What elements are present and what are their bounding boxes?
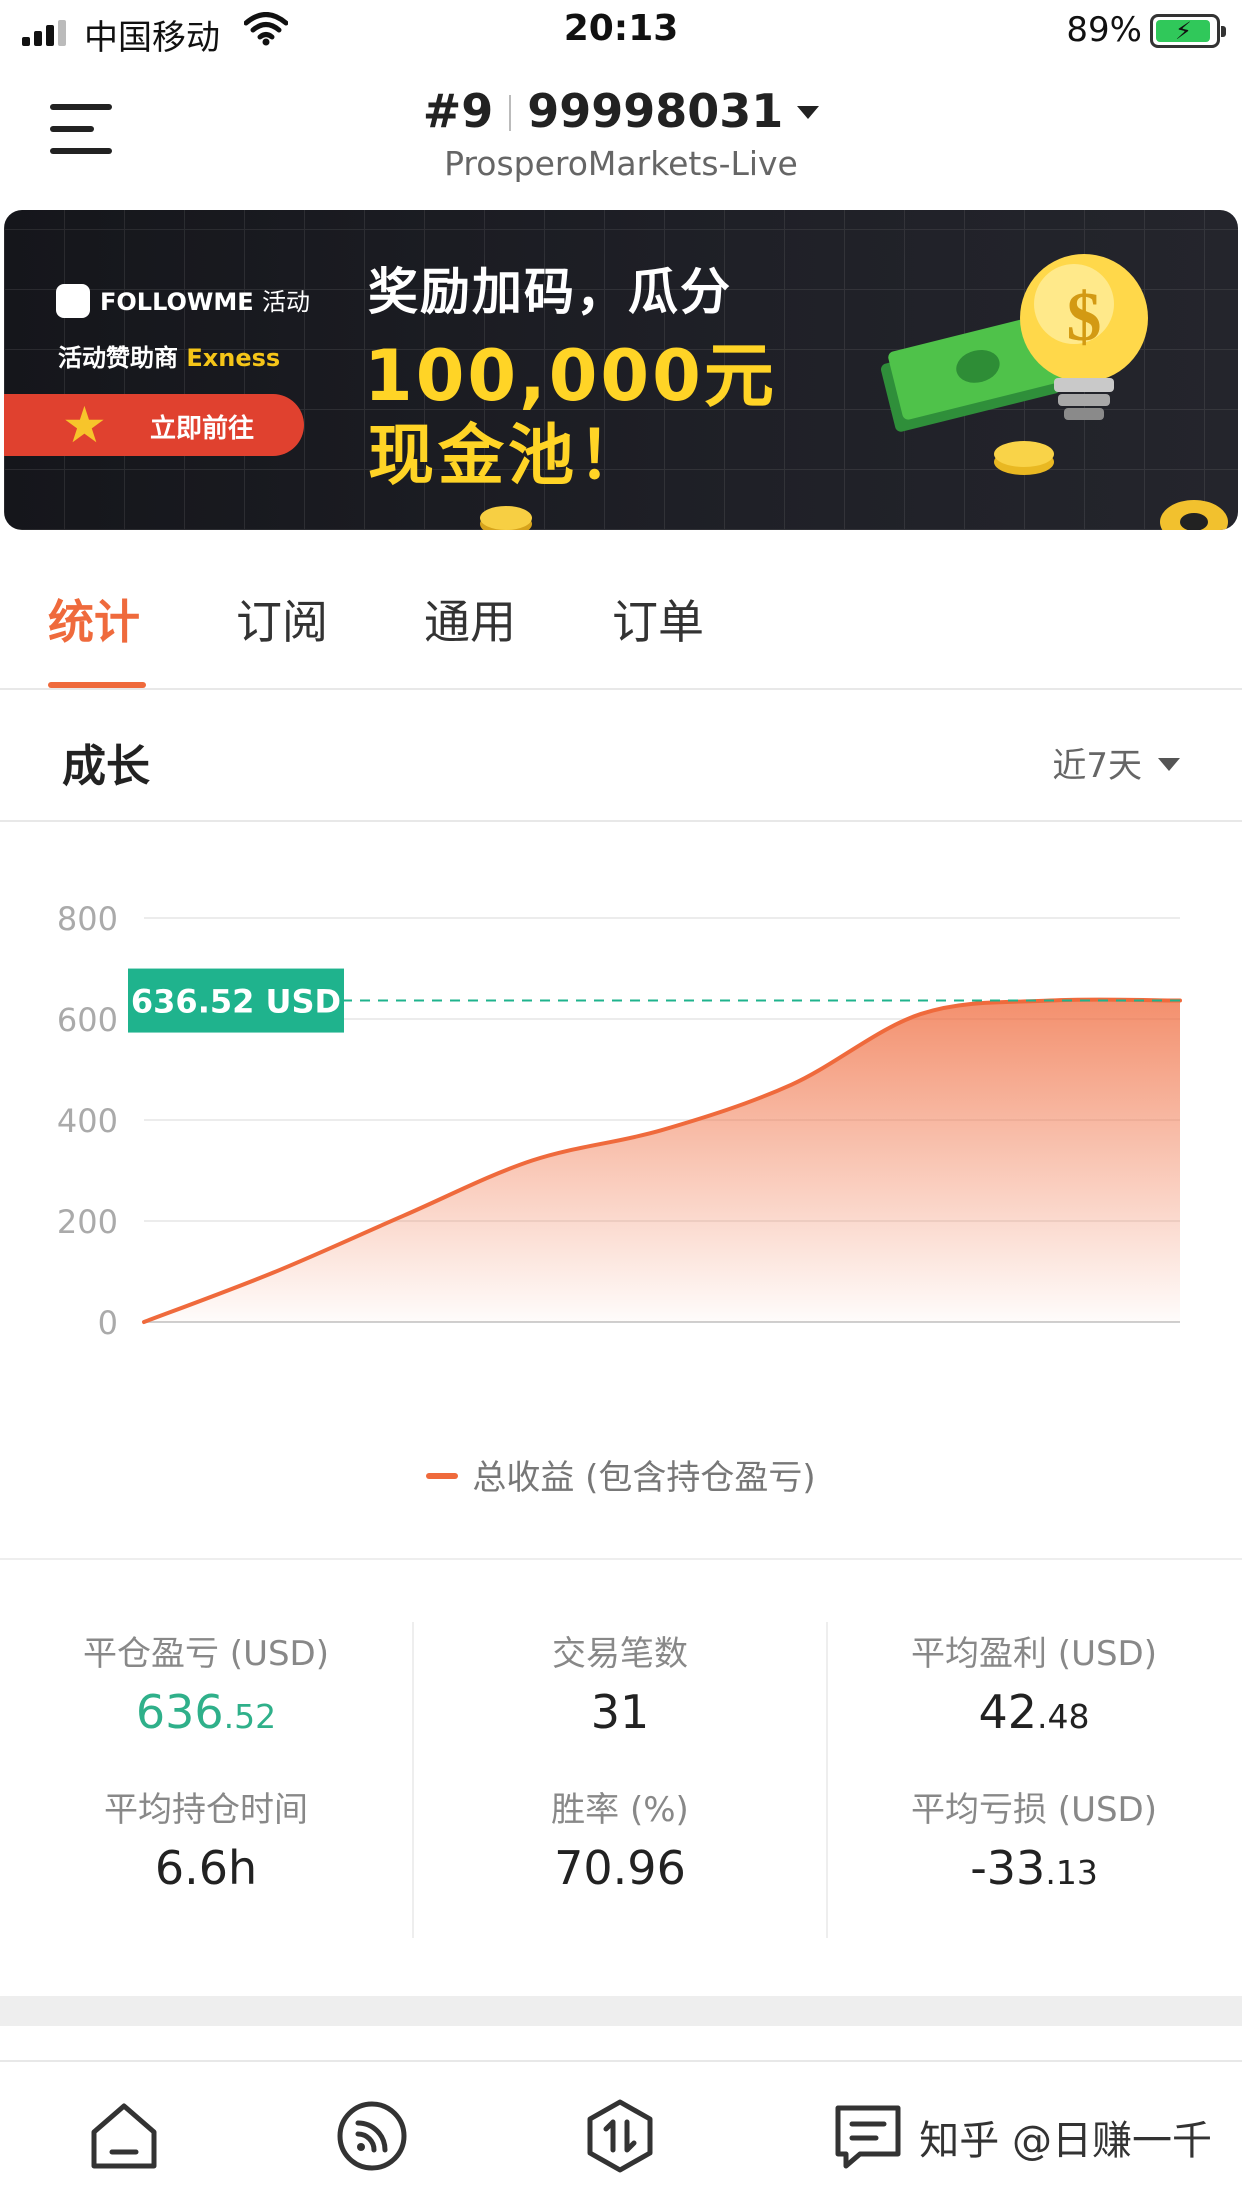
x-tick-label: 22 Aug <box>916 1344 1029 1346</box>
period-selector[interactable]: 近7天 <box>1052 738 1180 787</box>
bulb-money-illustration: $ <box>880 254 1228 530</box>
banner-pool: 现金池！ <box>368 417 648 494</box>
home-icon[interactable] <box>86 2098 162 2174</box>
chevron-down-icon <box>1158 758 1180 771</box>
account-switcher[interactable]: #9 99998031 ProsperoMarkets-Live <box>0 84 1242 183</box>
x-tick-label: 18 Aug <box>502 1344 615 1346</box>
battery-percent: 89% <box>1066 10 1142 50</box>
banner-headline: 奖励加码，瓜分 <box>368 263 732 321</box>
trade-icon[interactable] <box>582 2098 658 2174</box>
marker-label: 636.52 USD <box>131 983 341 1021</box>
y-tick-label: 200 <box>57 1203 118 1241</box>
area-fill <box>144 999 1180 1322</box>
x-tick-label: 21 Aug <box>709 1344 822 1346</box>
tab-general[interactable]: 通用 <box>424 586 516 652</box>
star-icon: ★ <box>62 396 107 454</box>
chart-legend: 总收益 (包含持仓盈亏) <box>0 1450 1242 1499</box>
y-tick-label: 800 <box>57 900 118 938</box>
sponsor-line: 活动赞助商 Exness <box>58 344 281 372</box>
stat-trades: 交易笔数 31 <box>552 1634 688 1739</box>
coin-icon <box>480 506 532 530</box>
stat-avg-hold: 平均持仓时间 6.6h <box>104 1790 308 1895</box>
account-server: ProsperoMarkets-Live <box>444 144 798 183</box>
section-divider <box>0 1996 1242 2026</box>
growth-section-header: 成长 近7天 <box>0 690 1242 822</box>
stats-grid: 平仓盈亏 (USD) 636.52 交易笔数 31 平均盈利 (USD) 42.… <box>0 1558 1242 1998</box>
stat-avg-loss: 平均亏损 (USD) -33.13 <box>911 1790 1157 1895</box>
watermark: 知乎 @日赚一千 <box>919 2118 1212 2164</box>
clock: 20:13 <box>563 8 679 49</box>
promo-banner[interactable]: FOLLOWME 活动 活动赞助商 Exness ★ 立即前往 奖励加码，瓜分 … <box>4 210 1238 530</box>
active-tab-indicator <box>48 682 146 688</box>
tab-subscriptions[interactable]: 订阅 <box>236 586 328 652</box>
followme-logo: FOLLOWME 活动 <box>56 282 310 318</box>
stat-avg-profit: 平均盈利 (USD) 42.48 <box>911 1634 1157 1739</box>
y-tick-label: 600 <box>57 1001 118 1039</box>
x-tick-label: 17 Aug <box>295 1344 408 1346</box>
chevron-down-icon <box>797 106 820 119</box>
status-bar: 中国移动 20:13 89% ⚡ <box>0 0 1242 64</box>
legend-label: 总收益 (包含持仓盈亏) <box>472 1458 816 1498</box>
rss-icon[interactable] <box>334 2098 410 2174</box>
battery-icon: ⚡ <box>1150 14 1226 48</box>
stat-win-rate: 胜率 (%) 70.96 <box>551 1790 689 1895</box>
message-icon[interactable] <box>830 2098 906 2174</box>
tab-statistics[interactable]: 统计 <box>48 586 140 652</box>
growth-chart: 0 200 400 600 800 17 Aug 18 Aug 21 Aug 22 Aug 24 … <box>57 900 1237 1346</box>
account-index: #9 <box>422 84 494 138</box>
stat-closed-pl: 平仓盈亏 (USD) 636.52 <box>83 1634 329 1739</box>
y-tick-label: 0 <box>98 1304 118 1342</box>
section-title: 成长 <box>62 741 150 792</box>
y-tick-label: 400 <box>57 1102 118 1140</box>
app-header: #9 99998031 ProsperoMarkets-Live <box>0 64 1242 194</box>
legend-swatch <box>426 1473 459 1479</box>
tab-bar: 统计 订阅 通用 订单 <box>0 560 1242 690</box>
account-number: 99998031 <box>527 84 784 138</box>
svg-text:$: $ <box>1067 279 1102 356</box>
tab-orders[interactable]: 订单 <box>612 586 704 652</box>
go-now-button[interactable]: ★ 立即前往 <box>4 394 304 456</box>
bottom-nav: 知乎 @日赚一千 <box>0 2060 1242 2208</box>
megaphone-icon <box>56 284 90 318</box>
x-tick-label: 24 Aug <box>1123 1344 1236 1346</box>
